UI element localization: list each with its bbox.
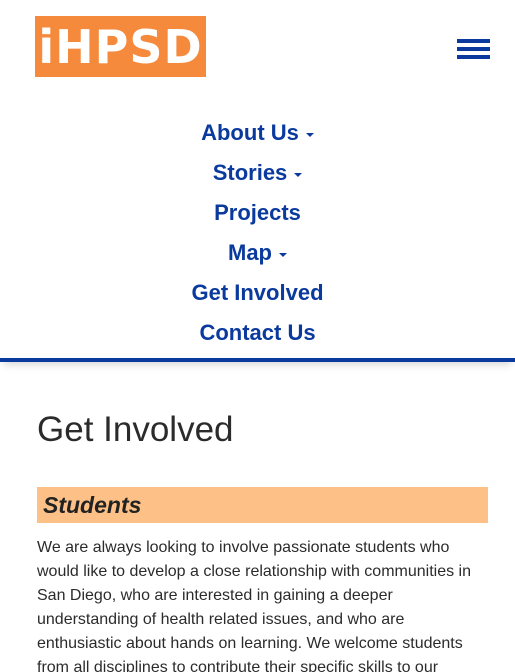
main-nav: About Us Stories Projects Map Get Involv… (0, 113, 515, 353)
nav-item-label: Get Involved (191, 280, 324, 305)
page-title: Get Involved (37, 410, 234, 449)
nav-item-label: About Us (201, 120, 299, 145)
nav-item-projects[interactable]: Projects (0, 193, 515, 233)
caret-down-icon (305, 132, 314, 137)
nav-item-map[interactable]: Map (0, 233, 515, 273)
caret-down-icon (294, 172, 303, 177)
nav-item-label: Projects (214, 200, 301, 225)
hamburger-bar (457, 39, 490, 43)
nav-item-stories[interactable]: Stories (0, 153, 515, 193)
nav-item-get-involved[interactable]: Get Involved (0, 273, 515, 313)
hamburger-bar (457, 55, 490, 59)
site-logo[interactable]: iHPSD (35, 16, 206, 77)
nav-item-label: Stories (212, 160, 288, 185)
site-header: iHPSD About Us Stories Projects Map Get … (0, 0, 515, 362)
caret-down-icon (279, 252, 287, 257)
section-text-students: We are always looking to involve passion… (37, 539, 471, 672)
nav-item-contact-us[interactable]: Contact Us (0, 313, 515, 353)
hamburger-menu-icon[interactable] (457, 39, 490, 59)
hamburger-bar (457, 47, 490, 51)
nav-item-label: Contact Us (199, 320, 316, 345)
nav-item-about-us[interactable]: About Us (0, 113, 515, 153)
logo-text: iHPSD (38, 19, 203, 74)
section-heading-students: Students (37, 487, 488, 523)
nav-item-label: Map (228, 240, 272, 265)
